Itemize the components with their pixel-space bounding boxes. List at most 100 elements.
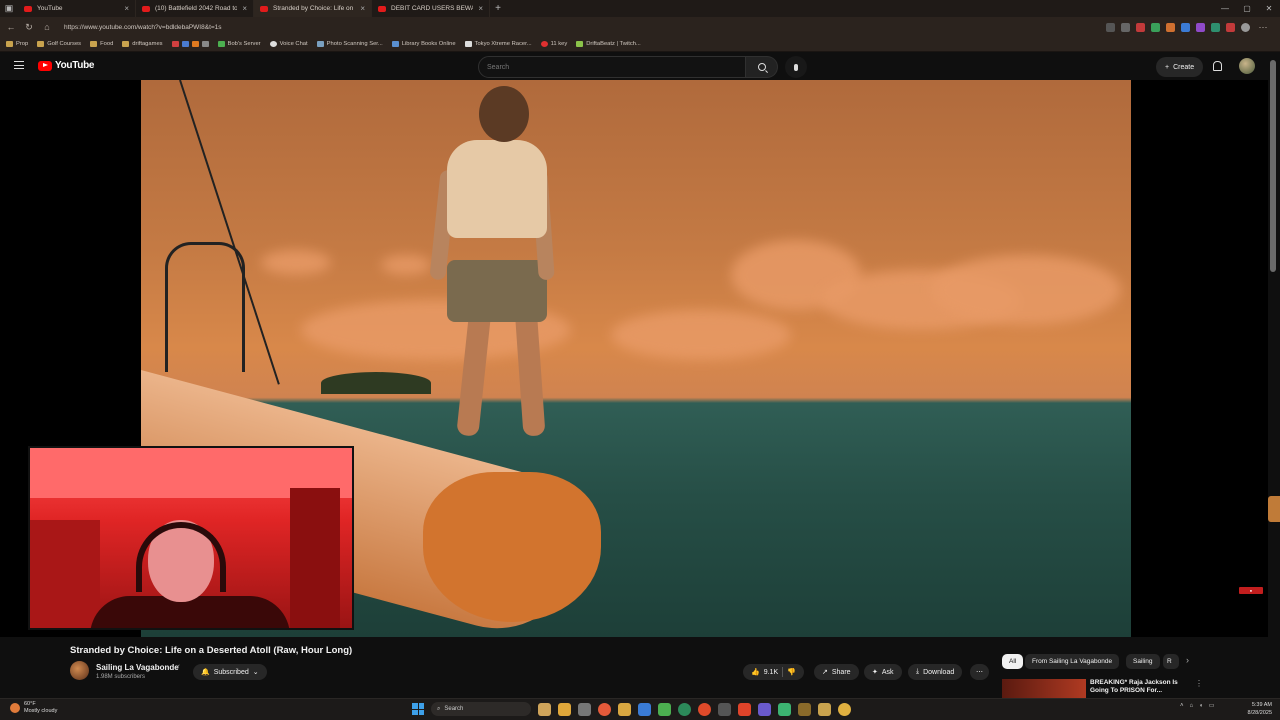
weather-widget[interactable]: 60°F Mostly cloudy <box>10 701 57 715</box>
extension-icon[interactable] <box>1211 22 1220 32</box>
close-window-icon[interactable]: ✕ <box>1258 4 1280 13</box>
close-tab-icon[interactable]: × <box>360 4 365 13</box>
share-button[interactable]: ↗ Share <box>814 664 859 680</box>
file-explorer-icon[interactable] <box>558 702 571 716</box>
chip-sailing[interactable]: Sailing <box>1126 654 1160 669</box>
address-bar[interactable]: https://www.youtube.com/watch?v=bdldebaP… <box>58 20 358 34</box>
tab-youtube[interactable]: YouTube × <box>18 0 136 17</box>
settings-icon[interactable] <box>578 702 591 716</box>
battery-icon[interactable]: ▭ <box>1209 702 1215 709</box>
bookmark-tokyo-xtreme[interactable]: Tokyo Xtreme Racer... <box>464 41 532 47</box>
star-icon[interactable] <box>1121 22 1130 32</box>
bookmark-11-key[interactable]: 11 key <box>540 41 567 47</box>
bookmark-shortcuts[interactable] <box>171 41 209 47</box>
chrome-icon[interactable] <box>598 702 611 716</box>
more-actions-button[interactable]: ⋯ <box>970 664 989 680</box>
profile-icon[interactable] <box>1241 22 1250 32</box>
edge-icon[interactable] <box>678 702 691 716</box>
subscribed-button[interactable]: 🔔 Subscribed ⌄ <box>193 664 267 680</box>
app-icon[interactable] <box>778 702 791 716</box>
new-tab-button[interactable]: + <box>490 3 506 14</box>
chevron-up-icon[interactable]: ˄ <box>1180 703 1184 709</box>
bookmark-photo-scanning[interactable]: Photo Scanning Ser... <box>316 41 383 47</box>
cloud-shape <box>931 255 1121 325</box>
download-icon: ⤓ <box>916 668 920 675</box>
app-icon[interactable] <box>658 702 671 716</box>
app-icon[interactable] <box>798 702 811 716</box>
maximize-icon[interactable]: ▢ <box>1236 4 1258 13</box>
bookmark-driftabeatz[interactable]: DriftaBeatz | Twitch... <box>576 41 641 47</box>
chevron-right-icon[interactable]: › <box>1186 655 1189 665</box>
recommended-more-icon[interactable]: ⋮ <box>1195 679 1203 688</box>
home-icon[interactable]: ⌂ <box>40 22 54 32</box>
more-menu-icon[interactable]: ⋯ <box>1256 22 1270 33</box>
taskbar-search[interactable]: ⌕ Search <box>431 702 531 716</box>
channel-name[interactable]: Sailing La Vagabonde <box>96 663 179 672</box>
extension-icon[interactable] <box>1196 22 1205 32</box>
youtube-favicon-icon <box>142 5 150 12</box>
channel-avatar[interactable] <box>70 661 89 680</box>
close-tab-icon[interactable]: × <box>242 4 247 13</box>
voice-search-button[interactable] <box>785 56 807 78</box>
app-icon[interactable] <box>758 702 771 716</box>
ask-button[interactable]: ✦ Ask <box>864 664 902 680</box>
bookmark-voice-chat[interactable]: Voice Chat <box>269 41 308 47</box>
notifications-bell-icon[interactable] <box>1213 61 1222 71</box>
taskbar-clock[interactable]: 5:39 AM 8/28/2025 <box>1236 701 1272 717</box>
recommended-title[interactable]: BREAKING* Raja Jackson Is Going To PRISO… <box>1090 679 1186 695</box>
account-avatar[interactable] <box>1239 58 1255 74</box>
bookmark-golf-courses[interactable]: Golf Courses <box>37 41 81 47</box>
brave-icon[interactable] <box>738 702 751 716</box>
search-button[interactable] <box>746 56 778 78</box>
create-button[interactable]: + Create <box>1156 57 1204 77</box>
thumbs-down-icon[interactable]: 👎 <box>787 668 796 676</box>
tab-stranded-by-choice[interactable]: Stranded by Choice: Life on × <box>254 0 372 17</box>
bookmark-prop[interactable]: Prop <box>6 41 28 47</box>
tab-actions-icon[interactable]: ▣ <box>0 0 18 17</box>
recommended-thumbnail[interactable] <box>1002 679 1086 698</box>
extension-icon[interactable] <box>1151 22 1160 32</box>
video-info-area: Stranded by Choice: Life on a Deserted A… <box>0 637 1268 698</box>
app-icon[interactable] <box>638 702 651 716</box>
extension-icon[interactable] <box>1181 22 1190 32</box>
chip-partial[interactable]: R <box>1163 654 1179 669</box>
task-view-icon[interactable] <box>538 702 551 716</box>
extension-icon[interactable] <box>1106 22 1115 32</box>
folder-icon[interactable] <box>618 702 631 716</box>
tab-debit-card[interactable]: DEBIT CARD USERS BEWARE: Ta × <box>372 0 490 17</box>
like-count[interactable]: 9.1K <box>764 669 778 676</box>
microphone-icon <box>794 63 798 71</box>
app-icon[interactable] <box>838 702 851 716</box>
extension-icon[interactable] <box>1136 22 1145 32</box>
hamburger-menu-icon[interactable] <box>14 61 24 69</box>
thumbs-up-icon[interactable]: 👍 <box>751 668 760 676</box>
reload-icon[interactable]: ↻ <box>22 22 36 33</box>
chip-all[interactable]: All <box>1002 654 1024 669</box>
bookmark-library-books[interactable]: Library Books Online <box>391 41 456 47</box>
webcam-overlay <box>28 446 354 630</box>
tab-title: YouTube <box>37 5 63 12</box>
side-panel-toggle[interactable] <box>1268 496 1280 522</box>
chip-from-channel[interactable]: From Sailing La Vagabonde <box>1025 654 1120 669</box>
extension-icon[interactable] <box>1226 22 1235 32</box>
bookmark-food[interactable]: Food <box>90 41 113 47</box>
windows-start-icon[interactable] <box>412 703 424 715</box>
bookmark-bobs-server[interactable]: Bob's Server <box>217 41 261 47</box>
minimize-icon[interactable]: — <box>1214 4 1236 13</box>
bookmark-driftagames[interactable]: driftagames <box>122 41 163 47</box>
download-button[interactable]: ⤓ Download <box>908 664 963 680</box>
extension-icon[interactable] <box>1166 22 1175 32</box>
close-tab-icon[interactable]: × <box>478 4 483 13</box>
network-icon[interactable]: ⌂ <box>1190 703 1194 709</box>
tab-battlefield[interactable]: (10) Battlefield 2042 Road to Butt × <box>136 0 254 17</box>
app-icon[interactable] <box>818 702 831 716</box>
cloud-shape <box>261 250 331 275</box>
volume-icon[interactable]: ◖ <box>1199 703 1203 709</box>
firefox-icon[interactable] <box>698 702 711 716</box>
app-icon[interactable] <box>718 702 731 716</box>
back-icon[interactable]: ← <box>4 22 18 32</box>
close-tab-icon[interactable]: × <box>124 4 129 13</box>
search-input[interactable]: Search <box>478 56 746 78</box>
youtube-logo[interactable]: YouTube <box>38 60 95 71</box>
page-scrollbar[interactable] <box>1270 60 1276 272</box>
